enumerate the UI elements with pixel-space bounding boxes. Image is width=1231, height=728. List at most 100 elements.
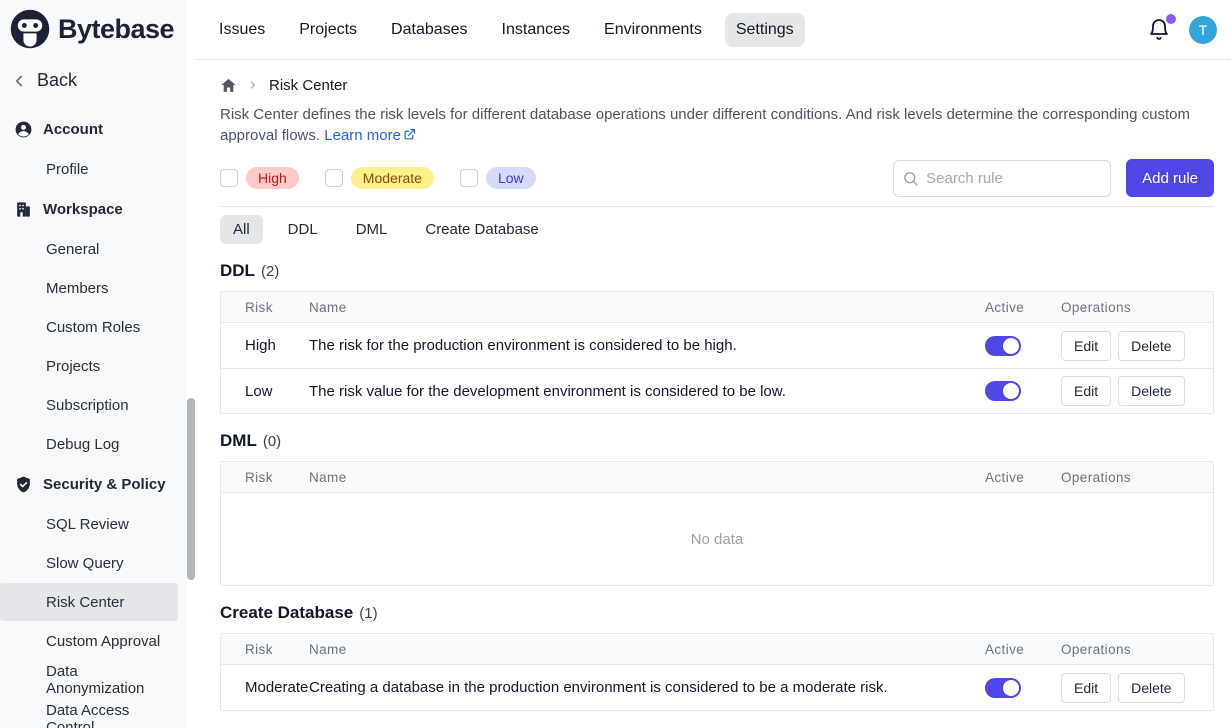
table-header-row: RiskNameActiveOperations <box>221 292 1213 323</box>
nav-projects[interactable]: Projects <box>288 13 368 47</box>
avatar-initial: T <box>1199 22 1208 38</box>
column-header-risk: Risk <box>221 470 309 485</box>
external-link-icon <box>401 127 416 144</box>
sidebar-item-general[interactable]: General <box>0 230 178 268</box>
empty-state: No data <box>221 493 1213 585</box>
sidebar-item-profile[interactable]: Profile <box>0 150 178 188</box>
risk-badge-moderate: Moderate <box>351 167 434 189</box>
nav-databases[interactable]: Databases <box>380 13 479 47</box>
column-header-risk: Risk <box>221 300 309 315</box>
rule-active-cell <box>985 381 1061 401</box>
avatar[interactable]: T <box>1189 16 1217 44</box>
nav-settings[interactable]: Settings <box>725 13 805 47</box>
home-icon[interactable] <box>220 77 237 94</box>
delete-button[interactable]: Delete <box>1118 331 1184 361</box>
section-create-database: Create Database (1) RiskNameActiveOperatio… <box>220 603 1214 711</box>
filter-toolbar: High Moderate Low Add rule <box>220 159 1214 207</box>
rule-sections: DDL(2)RiskNameActiveOperationsHighThe ri… <box>220 261 1214 711</box>
sidebar-item-subscription[interactable]: Subscription <box>0 386 178 424</box>
sidebar-item-slow-query[interactable]: Slow Query <box>0 544 178 582</box>
filter-checkbox-moderate[interactable] <box>325 169 343 187</box>
sidebar-item-data-access-control[interactable]: Data Access Control <box>0 700 178 728</box>
risk-badge-high: High <box>246 167 299 189</box>
section-count: (1) <box>359 605 377 622</box>
rule-active-cell <box>985 678 1061 698</box>
brand-name: Bytebase <box>58 14 174 45</box>
back-button[interactable]: Back <box>0 54 196 101</box>
filter-checkbox-high[interactable] <box>220 169 238 187</box>
filter-moderate[interactable]: Moderate <box>325 167 434 189</box>
breadcrumb-current: Risk Center <box>269 77 347 94</box>
section-name: DML <box>220 431 257 451</box>
section-name: Create Database <box>220 603 353 623</box>
search-rule-input[interactable] <box>893 160 1111 197</box>
tab-create-database[interactable]: Create Database <box>412 215 551 244</box>
column-header-name: Name <box>309 470 985 485</box>
sidebar-nav: AccountProfileWorkspaceGeneralMembersCus… <box>0 101 196 728</box>
section-title-ddl: DDL(2) <box>220 261 1214 281</box>
tab-dml[interactable]: DML <box>343 215 401 244</box>
tab-ddl[interactable]: DDL <box>275 215 331 244</box>
settings-sidebar: Bytebase Back Account Profile Workspace Gen… <box>0 0 196 728</box>
nav-instances[interactable]: Instances <box>491 13 581 47</box>
column-header-risk: Risk <box>221 642 309 657</box>
table-header-row: RiskNameActiveOperations <box>221 462 1213 493</box>
edit-button[interactable]: Edit <box>1061 331 1111 361</box>
active-toggle[interactable] <box>985 336 1021 356</box>
building-icon <box>14 200 33 219</box>
active-toggle[interactable] <box>985 678 1021 698</box>
sidebar-item-custom-approval[interactable]: Custom Approval <box>0 622 178 660</box>
user-circle-icon <box>14 120 33 139</box>
rule-name: The risk for the production environment … <box>309 337 985 354</box>
column-header-operations: Operations <box>1061 470 1213 485</box>
sidebar-item-risk-center[interactable]: Risk Center <box>0 583 178 621</box>
edit-button[interactable]: Edit <box>1061 376 1111 406</box>
rule-row: HighThe risk for the production environm… <box>221 323 1213 368</box>
rule-row: LowThe risk value for the development en… <box>221 368 1213 413</box>
search-icon <box>902 170 919 187</box>
edit-button[interactable]: Edit <box>1061 673 1111 703</box>
section-dml: DML(0)RiskNameActiveOperationsNo data <box>220 431 1214 586</box>
rule-table-ddl: RiskNameActiveOperationsHighThe risk for… <box>220 291 1214 414</box>
search-rule-box <box>893 160 1111 197</box>
sidebar-item-debug-log[interactable]: Debug Log <box>0 425 178 463</box>
sidebar-item-sql-review[interactable]: SQL Review <box>0 505 178 543</box>
rule-active-cell <box>985 336 1061 356</box>
rule-table-create-database: RiskNameActiveOperationsModerateCreating… <box>220 633 1214 711</box>
filter-checkbox-low[interactable] <box>460 169 478 187</box>
sidebar-item-data-anonymization[interactable]: Data Anonymization <box>0 661 178 699</box>
rule-table-dml: RiskNameActiveOperationsNo data <box>220 461 1214 586</box>
tab-all[interactable]: All <box>220 215 263 244</box>
sidebar-item-projects[interactable]: Projects <box>0 347 178 385</box>
sidebar-section-label: Workspace <box>43 201 123 218</box>
sidebar-scrollbar[interactable] <box>187 398 195 580</box>
rule-operations: EditDelete <box>1061 376 1213 406</box>
bytebase-logo[interactable]: Bytebase <box>0 0 196 54</box>
nav-environments[interactable]: Environments <box>593 13 713 47</box>
sidebar-item-custom-roles[interactable]: Custom Roles <box>0 308 178 346</box>
nav-issues[interactable]: Issues <box>208 13 276 47</box>
risk-center-page: Risk Center Risk Center defines the risk… <box>196 60 1231 711</box>
filter-high[interactable]: High <box>220 167 299 189</box>
sidebar-section-label: Account <box>43 121 103 138</box>
main-column: Issues Projects Databases Instances Environm… <box>196 0 1231 728</box>
topbar: Issues Projects Databases Instances Environm… <box>196 0 1231 60</box>
active-toggle[interactable] <box>985 381 1021 401</box>
rule-name: The risk value for the development envir… <box>309 383 985 400</box>
learn-more-link[interactable]: Learn more <box>324 127 416 144</box>
rule-risk-level: High <box>221 337 309 354</box>
risk-badge-low: Low <box>486 167 536 189</box>
delete-button[interactable]: Delete <box>1118 673 1184 703</box>
delete-button[interactable]: Delete <box>1118 376 1184 406</box>
risk-level-filters: High Moderate Low <box>220 167 536 189</box>
notifications-button[interactable] <box>1145 16 1173 44</box>
sidebar-section-label: Security & Policy <box>43 476 166 493</box>
category-tabs: All DDL DML Create Database <box>220 215 1214 244</box>
sidebar-item-members[interactable]: Members <box>0 269 178 307</box>
chevron-left-icon <box>10 72 28 90</box>
add-rule-button[interactable]: Add rule <box>1126 159 1214 197</box>
sidebar-section-account: Account <box>0 109 196 149</box>
table-header-row: RiskNameActiveOperations <box>221 634 1213 665</box>
filter-low[interactable]: Low <box>460 167 536 189</box>
breadcrumb: Risk Center <box>220 73 1214 97</box>
